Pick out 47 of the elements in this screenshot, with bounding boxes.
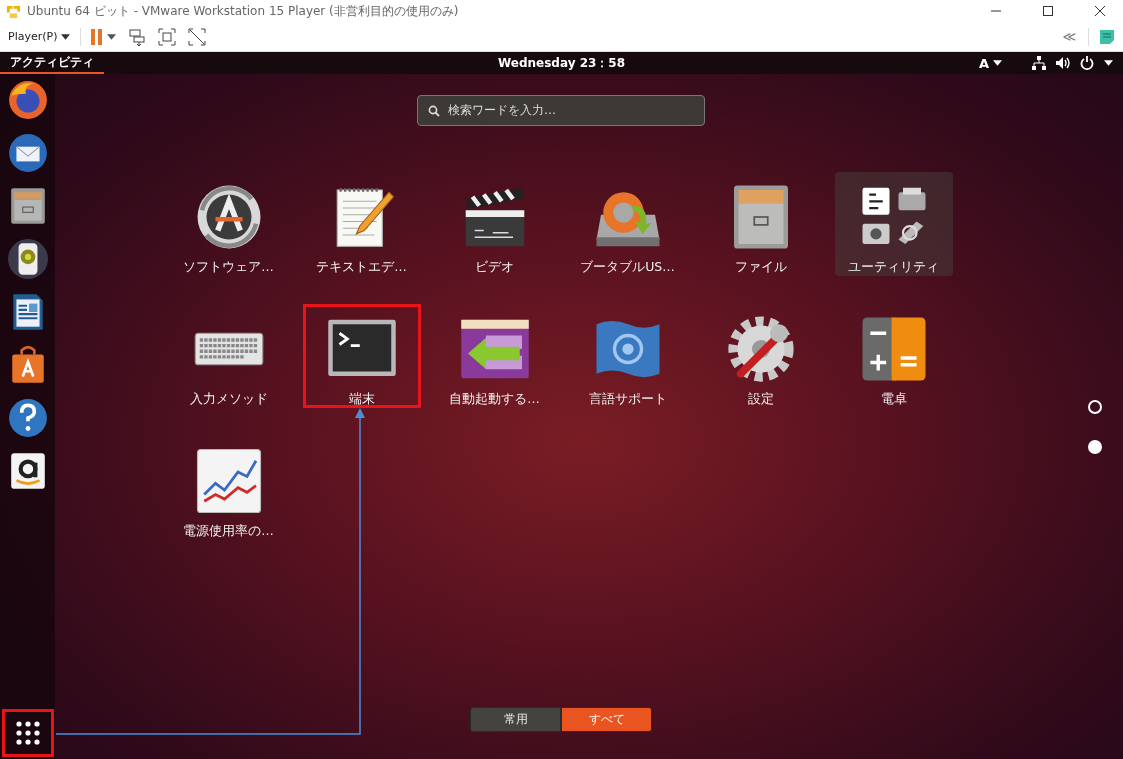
search-field[interactable]: 検索ワードを入力… — [417, 95, 705, 126]
app-launcher[interactable]: ブータブルUS… — [568, 172, 687, 276]
caret-icon — [1104, 60, 1113, 66]
app-launcher[interactable]: 自動起動する… — [435, 304, 554, 408]
network-icon — [1032, 56, 1046, 70]
fullscreen-icon — [158, 27, 177, 46]
globe-icon — [6, 79, 49, 121]
app-launcher[interactable]: テキストエデ… — [302, 172, 421, 276]
system-menu[interactable] — [1032, 56, 1113, 70]
collapse-button[interactable]: ≪ — [1058, 29, 1080, 44]
caret-icon — [993, 60, 1002, 66]
pause-button[interactable] — [89, 26, 119, 47]
app-folder[interactable]: ユーティリティ — [834, 172, 953, 276]
search-placeholder: 検索ワードを入力… — [448, 102, 556, 119]
app-launcher[interactable]: 入力メソッド — [169, 304, 288, 408]
window-title: Ubuntu 64 ビット - VMware Workstation 15 Player (非営利目的の使用のみ) — [27, 2, 460, 20]
search-icon — [428, 104, 440, 117]
help-icon — [6, 397, 49, 439]
power-icon — [1080, 56, 1094, 70]
grid-icon — [14, 720, 41, 746]
view-tab[interactable]: 常用 — [470, 707, 561, 732]
player-menu[interactable]: Player(P) — [6, 28, 73, 45]
app-launcher[interactable]: 電卓 — [834, 304, 953, 408]
app-launcher[interactable]: 電源使用率の… — [169, 436, 288, 540]
pause-icon — [91, 28, 104, 45]
app-launcher[interactable]: ファイル — [701, 172, 820, 276]
app-launcher[interactable]: ビデオ — [435, 172, 554, 276]
maximize-icon — [1043, 6, 1053, 16]
caret-icon — [107, 33, 117, 40]
fullscreen-button[interactable] — [156, 25, 179, 48]
caret-icon — [61, 33, 71, 40]
app-launcher[interactable]: ソフトウェア… — [169, 172, 288, 276]
show-apps-button[interactable] — [1, 709, 54, 757]
volume-icon — [1056, 56, 1070, 70]
close-icon — [1095, 6, 1105, 16]
app-launcher[interactable]: 設定 — [701, 304, 820, 408]
app-logo-icon — [6, 3, 21, 19]
envelope-icon — [6, 132, 49, 174]
app-launcher[interactable]: 言語サポート — [568, 304, 687, 408]
clock-button[interactable]: Wednesday 23：58 — [491, 53, 632, 73]
page-indicator[interactable] — [1088, 399, 1102, 414]
speaker-icon — [6, 238, 49, 280]
note-icon — [1099, 28, 1115, 45]
view-tab[interactable]: すべて — [561, 707, 652, 732]
input-method-menu[interactable]: A — [978, 55, 1002, 71]
page-indicator[interactable] — [1088, 439, 1102, 454]
app-launcher[interactable]: 端末 — [302, 304, 421, 408]
